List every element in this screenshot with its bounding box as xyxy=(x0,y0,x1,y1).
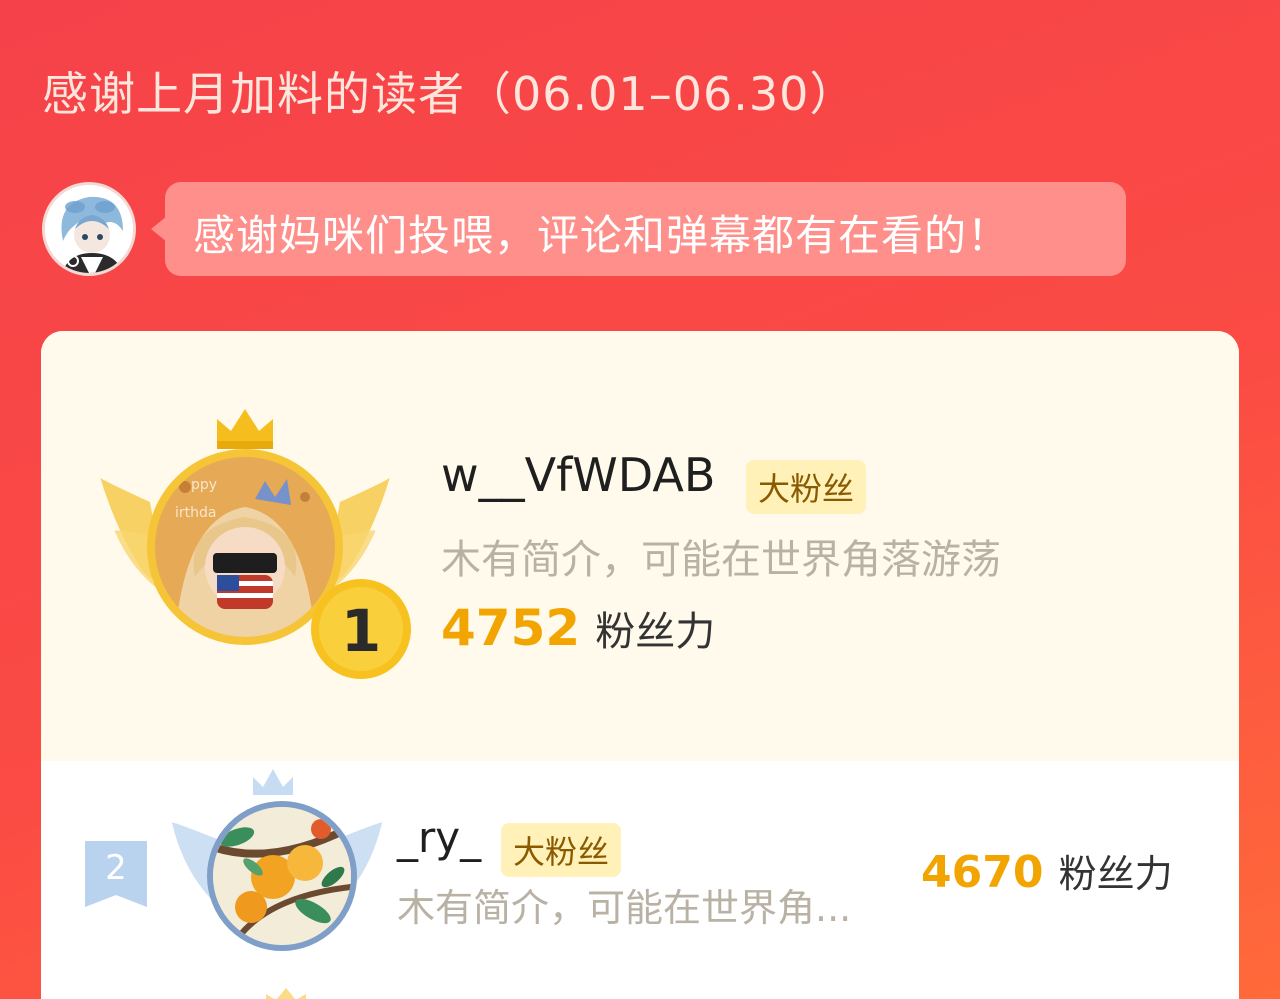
author-message-bubble: 感谢妈咪们投喂，评论和弹幕都有在看的！ xyxy=(151,182,1126,276)
rank-2-description: 木有简介，可能在世界角... xyxy=(397,886,852,930)
rank-1-number: 1 xyxy=(341,597,381,665)
rank-2-score: 4670 粉丝力 xyxy=(921,843,1173,898)
author-avatar-icon xyxy=(45,185,133,273)
rank-2-avatar-frame xyxy=(167,769,387,989)
reader-avatar-icon xyxy=(213,807,351,945)
rank-2-avatar[interactable] xyxy=(207,801,357,951)
rank-1-fan-badge: 大粉丝 xyxy=(746,460,867,514)
svg-text:irthda: irthda xyxy=(175,505,216,521)
author-message-text: 感谢妈咪们投喂，评论和弹幕都有在看的！ xyxy=(193,211,1011,260)
rank-2-username[interactable]: _ry_ xyxy=(397,813,481,862)
rank-1-score: 4752 粉丝力 xyxy=(441,599,715,657)
rank-1-description: 木有简介，可能在世界角落游荡 xyxy=(441,537,1001,583)
rank-1-avatar-frame: ppy irthda 1 xyxy=(95,407,411,679)
rank-1-score-unit: 粉丝力 xyxy=(595,609,716,655)
rank-1-username[interactable]: w__VfWDAB xyxy=(441,448,715,502)
author-avatar[interactable] xyxy=(42,182,136,276)
rank-1-medal-icon: 1 xyxy=(311,579,411,679)
rank-2-marker-icon: 2 xyxy=(85,841,147,907)
rank-2-number: 2 xyxy=(105,848,127,888)
reader-avatar-icon: ppy irthda xyxy=(155,457,335,637)
rank-1-entry[interactable]: ppy irthda 1 w__VfWDAB 大粉丝 木有简介，可能在世界角落游… xyxy=(41,331,1239,761)
leaderboard-card: ppy irthda 1 w__VfWDAB 大粉丝 木有简介，可能在世界角落游… xyxy=(41,331,1239,999)
rank-3-crown-peek-icon xyxy=(266,988,306,999)
gold-crown-icon xyxy=(217,409,273,449)
rank-2-fan-badge: 大粉丝 xyxy=(501,823,622,877)
rank-1-score-value: 4752 xyxy=(441,599,581,657)
rank-2-score-value: 4670 xyxy=(921,847,1044,898)
rank-2-entry[interactable]: 2 _ry_ 大粉丝 木有简介，可能在世界角... 4670 粉丝力 xyxy=(41,761,1239,999)
svg-text:ppy: ppy xyxy=(191,477,217,493)
rank-2-score-unit: 粉丝力 xyxy=(1058,852,1173,896)
page-title: 感谢上月加料的读者（06.01–06.30） xyxy=(42,67,857,121)
